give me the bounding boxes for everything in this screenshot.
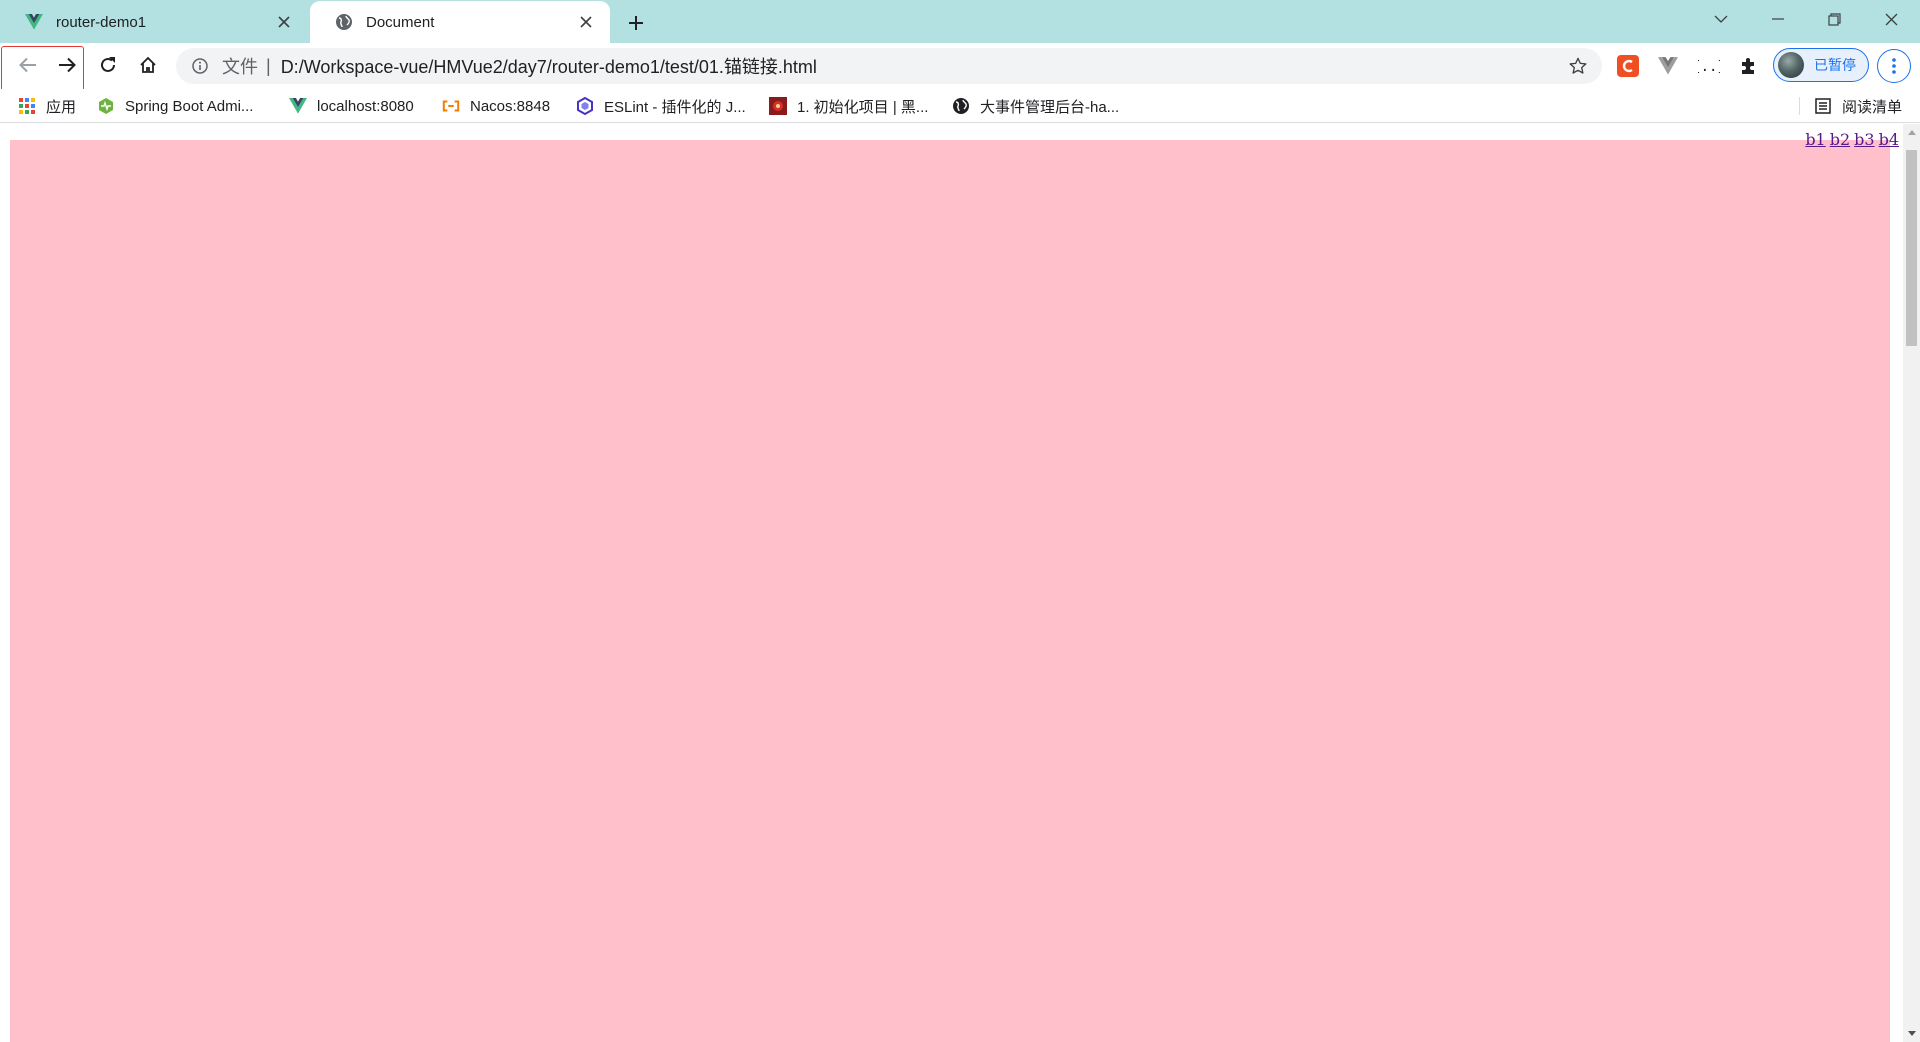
- reload-button[interactable]: [92, 49, 124, 81]
- scrollbar-thumb[interactable]: [1906, 150, 1917, 346]
- forward-button[interactable]: [51, 49, 83, 81]
- bookmark-label: 大事件管理后台-ha...: [980, 98, 1120, 116]
- bookmark-nacos[interactable]: Nacos:8848: [442, 93, 550, 119]
- anchor-links: b1 b2 b3 b4: [1801, 130, 1899, 149]
- tab-strip: router-demo1 Document: [0, 0, 1920, 43]
- bookmark-label: ESLint - 插件化的 J...: [604, 98, 746, 116]
- bookmark-label: Nacos:8848: [470, 97, 551, 115]
- scheme-separator: |: [266, 55, 271, 76]
- anchor-link-b3[interactable]: b3: [1854, 130, 1874, 149]
- vue-icon: [24, 12, 44, 32]
- nacos-icon: [442, 97, 460, 115]
- address-bar[interactable]: 文件 | D:/Workspace-vue/HMVue2/day7/router…: [176, 48, 1602, 84]
- svg-text:{..}: {..}: [1698, 59, 1720, 75]
- home-button[interactable]: [132, 49, 164, 81]
- avatar: [1778, 52, 1804, 78]
- scheme-label: 文件: [222, 57, 258, 77]
- scroll-down-arrow-icon[interactable]: [1903, 1025, 1920, 1042]
- anchor-link-b2[interactable]: b2: [1830, 130, 1850, 149]
- tab-document[interactable]: Document: [310, 1, 610, 43]
- reading-list-button[interactable]: 阅读清单: [1798, 93, 1902, 119]
- close-icon[interactable]: [1863, 0, 1920, 38]
- bookmark-spring-boot-admin[interactable]: Spring Boot Admi...: [97, 93, 253, 119]
- vertical-scrollbar[interactable]: [1903, 124, 1920, 1042]
- bookmark-label: 1. 初始化项目 | 黑...: [797, 98, 929, 116]
- globe-icon: [952, 97, 970, 115]
- apps-grid-icon: [18, 97, 36, 115]
- restore-icon[interactable]: [1806, 0, 1863, 38]
- close-tab-icon[interactable]: [574, 10, 598, 34]
- vue-devtools-icon[interactable]: [1654, 52, 1682, 80]
- tab-title: Document: [366, 13, 435, 31]
- page-viewport: b1 b2 b3 b4: [0, 124, 1920, 1042]
- bookmark-apps[interactable]: 应用: [18, 93, 76, 119]
- spring-boot-admin-icon: [97, 97, 115, 115]
- bookmark-init-project[interactable]: 1. 初始化项目 | 黑...: [769, 93, 928, 119]
- bookmark-label: Spring Boot Admi...: [125, 97, 254, 115]
- bookmark-localhost[interactable]: localhost:8080: [289, 93, 414, 119]
- browser-menu-button[interactable]: [1877, 49, 1911, 83]
- bookmark-eslint[interactable]: ESLint - 插件化的 J...: [576, 93, 746, 119]
- pink-content-box: [10, 140, 1890, 1042]
- window-controls: [1692, 0, 1920, 38]
- divider: [1798, 97, 1800, 115]
- tab-title: router-demo1: [56, 13, 147, 31]
- vue-icon: [289, 97, 307, 115]
- reading-list-icon: [1814, 97, 1832, 115]
- new-tab-button[interactable]: [622, 9, 650, 37]
- reading-list-label: 阅读清单: [1841, 98, 1902, 116]
- heima-icon: [769, 97, 787, 115]
- minimize-icon[interactable]: [1749, 0, 1806, 38]
- tab-router-demo1[interactable]: router-demo1: [0, 1, 308, 43]
- eslint-icon: [576, 97, 594, 115]
- csdn-extension-icon[interactable]: [1614, 52, 1642, 80]
- bookmark-label: localhost:8080: [317, 97, 414, 115]
- tab-search-icon[interactable]: [1692, 0, 1749, 38]
- bookmarks-bar: 应用 Spring Boot Admi... localhost:8080 Na…: [0, 89, 1920, 123]
- anchor-link-b4[interactable]: b4: [1879, 130, 1899, 149]
- profile-status-label: 已暂停: [1814, 57, 1856, 73]
- bookmark-event-admin[interactable]: 大事件管理后台-ha...: [952, 93, 1119, 119]
- profile-button[interactable]: 已暂停: [1773, 48, 1869, 82]
- scroll-up-arrow-icon[interactable]: [1903, 124, 1920, 141]
- globe-icon: [334, 12, 354, 32]
- bookmark-label: 应用: [46, 98, 77, 116]
- anchor-link-b1[interactable]: b1: [1805, 130, 1825, 149]
- url-text[interactable]: D:/Workspace-vue/HMVue2/day7/router-demo…: [281, 53, 817, 79]
- back-button[interactable]: [12, 49, 44, 81]
- info-icon[interactable]: [190, 56, 210, 76]
- close-tab-icon[interactable]: [272, 10, 296, 34]
- extensions-puzzle-icon[interactable]: [1735, 52, 1763, 80]
- bookmark-star-icon[interactable]: [1566, 54, 1590, 78]
- json-viewer-icon[interactable]: {..}: [1695, 52, 1723, 80]
